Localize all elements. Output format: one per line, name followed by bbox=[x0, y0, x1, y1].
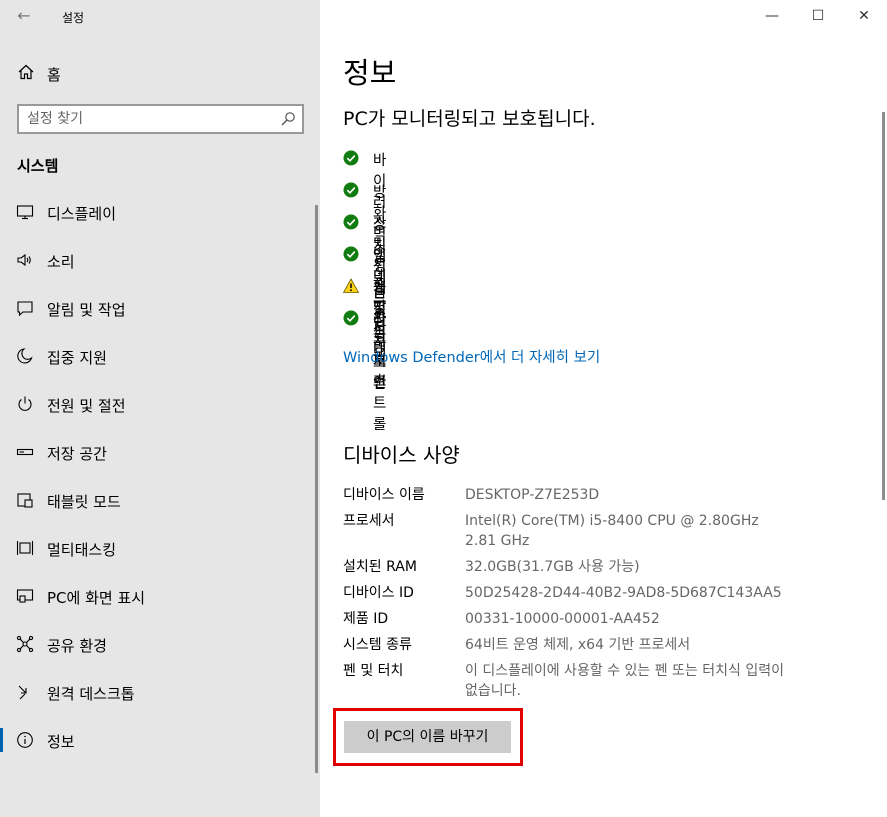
check-circle-icon bbox=[343, 214, 359, 230]
sidebar-item-label: 소리 bbox=[47, 253, 75, 271]
sidebar-scrollbar[interactable] bbox=[315, 205, 318, 773]
info-icon bbox=[16, 731, 34, 749]
search-box[interactable] bbox=[17, 104, 304, 134]
sidebar-item-notifications[interactable]: 알림 및 작업 bbox=[0, 284, 315, 332]
warning-icon bbox=[343, 278, 359, 294]
page-title: 정보 bbox=[343, 56, 397, 90]
sidebar-item-multitasking[interactable]: 멀티태스킹 bbox=[0, 524, 315, 572]
spec-key: 설치된 RAM bbox=[343, 559, 417, 575]
sidebar-item-focus-assist[interactable]: 집중 지원 bbox=[0, 332, 315, 380]
title-bar: ← 설정 bbox=[0, 0, 320, 32]
spec-key: 펜 및 터치 bbox=[343, 663, 404, 679]
spec-key: 디바이스 ID bbox=[343, 585, 414, 601]
check-circle-icon bbox=[343, 182, 359, 198]
notification-icon bbox=[16, 299, 34, 317]
spec-value: 32.0GB(31.7GB 사용 가능) bbox=[465, 559, 640, 575]
sidebar-item-display[interactable]: 디스플레이 bbox=[0, 188, 315, 236]
sidebar-item-label: 집중 지원 bbox=[47, 349, 107, 367]
storage-icon bbox=[16, 443, 34, 461]
spec-value: 50D25428-2D44-40B2-9AD8-5D687C143AA5 bbox=[465, 585, 782, 601]
spec-row: 디바이스 ID 50D25428-2D44-40B2-9AD8-5D687C14… bbox=[343, 583, 863, 609]
sidebar-item-about[interactable]: 정보 bbox=[0, 716, 315, 764]
spec-value: 00331-10000-00001-AA452 bbox=[465, 611, 660, 627]
search-icon bbox=[280, 111, 296, 127]
rename-pc-button[interactable]: 이 PC의 이름 바꾸기 bbox=[344, 721, 511, 753]
defender-link[interactable]: Windows Defender에서 더 자세히 보기 bbox=[343, 346, 600, 367]
device-specs: 디바이스 이름 DESKTOP-Z7E253D 프로세서 Intel(R) Co… bbox=[343, 485, 863, 707]
spec-value: Intel(R) Core(TM) i5-8400 CPU @ 2.80GHz … bbox=[465, 513, 759, 549]
spec-row: 설치된 RAM 32.0GB(31.7GB 사용 가능) bbox=[343, 557, 863, 583]
spec-row: 펜 및 터치 이 디스플레이에 사용할 수 있는 펜 또는 터치식 입력이 없습… bbox=[343, 661, 863, 707]
minimize-icon: — bbox=[765, 8, 779, 24]
moon-icon bbox=[16, 347, 34, 365]
active-indicator bbox=[0, 728, 3, 752]
shared-experiences-icon bbox=[16, 635, 34, 653]
spec-value: 64비트 운영 체제, x64 기반 프로세서 bbox=[465, 637, 691, 653]
section-title: 시스템 bbox=[17, 157, 59, 175]
specs-heading: 디바이스 사양 bbox=[343, 443, 460, 467]
nav-list: 디스플레이 소리 알림 및 작업 집중 지원 전원 및 절전 저장 공간 태블릿… bbox=[0, 188, 320, 764]
project-icon bbox=[16, 587, 34, 605]
check-circle-icon bbox=[343, 246, 359, 262]
multitasking-icon bbox=[16, 539, 34, 557]
sidebar-item-label: 저장 공간 bbox=[47, 445, 107, 463]
minimize-button[interactable]: — bbox=[749, 0, 795, 32]
home-label: 홈 bbox=[47, 66, 61, 84]
spec-row: 프로세서 Intel(R) Core(TM) i5-8400 CPU @ 2.8… bbox=[343, 511, 863, 557]
sidebar-item-storage[interactable]: 저장 공간 bbox=[0, 428, 315, 476]
protection-heading: PC가 모니터링되고 보호됩니다. bbox=[343, 108, 596, 130]
search-input[interactable] bbox=[27, 110, 267, 128]
sidebar-item-project[interactable]: PC에 화면 표시 bbox=[0, 572, 315, 620]
main-content: — ☐ ✕ 정보 PC가 모니터링되고 보호됩니다. 바이러스 및 위협 방지 … bbox=[320, 0, 887, 817]
sidebar-item-label: 정보 bbox=[47, 733, 75, 751]
close-button[interactable]: ✕ bbox=[841, 0, 887, 32]
sidebar-item-label: 원격 데스크톱 bbox=[47, 685, 135, 703]
sidebar-item-shared-experiences[interactable]: 공유 환경 bbox=[0, 620, 315, 668]
close-icon: ✕ bbox=[858, 8, 870, 24]
sidebar-item-remote-desktop[interactable]: 원격 데스크톱 bbox=[0, 668, 315, 716]
sidebar-item-label: 전원 및 절전 bbox=[47, 397, 126, 415]
maximize-button[interactable]: ☐ bbox=[795, 0, 841, 32]
sidebar-item-sound[interactable]: 소리 bbox=[0, 236, 315, 284]
spec-value: 이 디스플레이에 사용할 수 있는 펜 또는 터치식 입력이 없습니다. bbox=[465, 663, 784, 699]
sidebar-item-power[interactable]: 전원 및 절전 bbox=[0, 380, 315, 428]
power-icon bbox=[16, 395, 34, 413]
spec-row: 디바이스 이름 DESKTOP-Z7E253D bbox=[343, 485, 863, 511]
sidebar-item-label: 알림 및 작업 bbox=[47, 301, 126, 319]
back-button[interactable]: ← bbox=[10, 4, 38, 28]
home-icon bbox=[17, 63, 35, 81]
spec-key: 프로세서 bbox=[343, 513, 395, 529]
spec-key: 시스템 종류 bbox=[343, 637, 412, 653]
sidebar-item-label: PC에 화면 표시 bbox=[47, 589, 146, 607]
speaker-icon bbox=[16, 251, 34, 269]
maximize-icon: ☐ bbox=[811, 8, 825, 24]
check-circle-icon bbox=[343, 150, 359, 166]
spec-key: 디바이스 이름 bbox=[343, 487, 425, 503]
remote-desktop-icon bbox=[16, 683, 34, 701]
spec-row: 제품 ID 00331-10000-00001-AA452 bbox=[343, 609, 863, 635]
arrow-left-icon: ← bbox=[17, 6, 31, 25]
sidebar-item-label: 멀티태스킹 bbox=[47, 541, 117, 559]
sidebar: ← 설정 홈 시스템 디스플레이 소리 bbox=[0, 0, 320, 817]
tablet-icon bbox=[16, 491, 34, 509]
main-scrollbar[interactable] bbox=[882, 112, 885, 500]
spec-row: 시스템 종류 64비트 운영 체제, x64 기반 프로세서 bbox=[343, 635, 863, 661]
window-title: 설정 bbox=[62, 11, 85, 25]
spec-value: DESKTOP-Z7E253D bbox=[465, 487, 600, 503]
display-icon bbox=[16, 203, 34, 221]
sidebar-item-tablet-mode[interactable]: 태블릿 모드 bbox=[0, 476, 315, 524]
sidebar-item-label: 태블릿 모드 bbox=[47, 493, 121, 511]
sidebar-item-label: 공유 환경 bbox=[47, 637, 107, 655]
home-nav-item[interactable]: 홈 bbox=[0, 56, 320, 90]
check-circle-icon bbox=[343, 310, 359, 326]
spec-key: 제품 ID bbox=[343, 611, 389, 627]
sidebar-item-label: 디스플레이 bbox=[47, 205, 117, 223]
